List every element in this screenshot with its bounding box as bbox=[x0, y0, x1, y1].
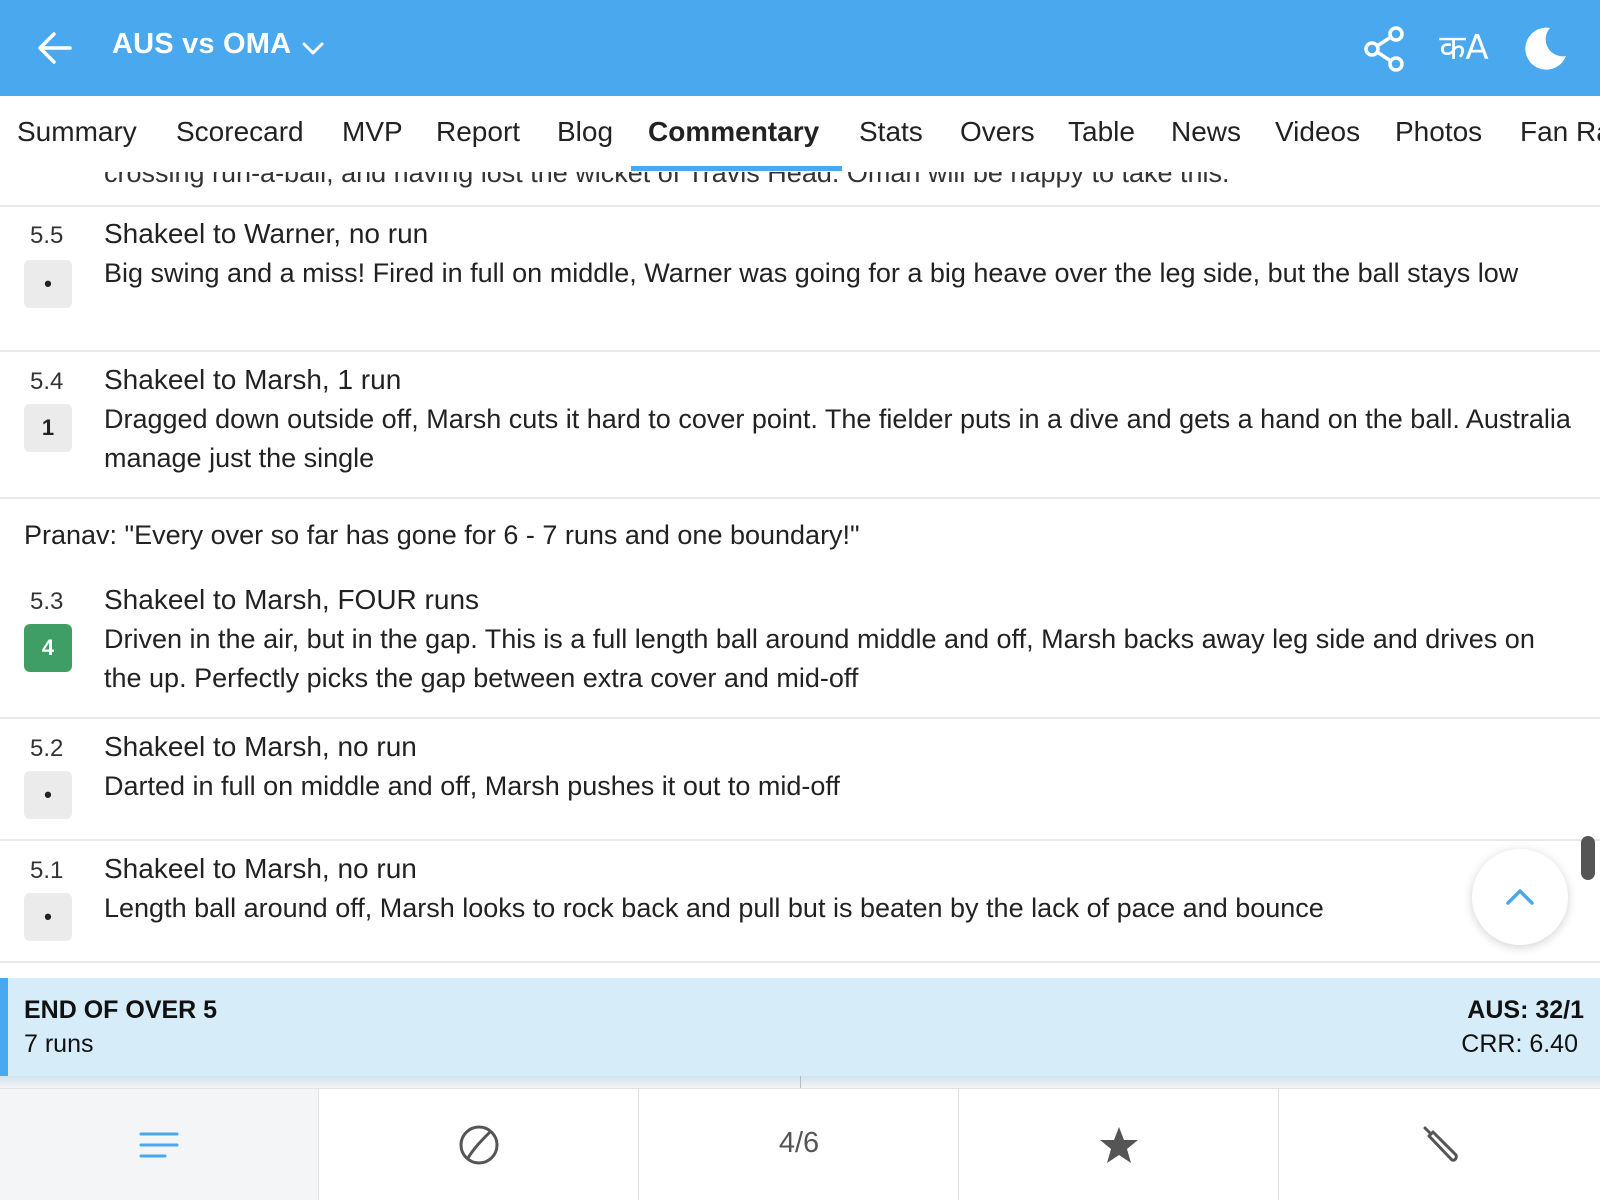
ball-result-badge: • bbox=[24, 260, 72, 308]
commentary-list-icon bbox=[139, 1132, 179, 1158]
tab-scorecard[interactable]: Scorecard bbox=[176, 116, 304, 148]
ball-result-badge: 1 bbox=[24, 404, 72, 452]
bottom-navigation: 4/6 bbox=[0, 1088, 1600, 1200]
scrollbar-thumb[interactable] bbox=[1581, 836, 1595, 880]
match-title[interactable]: AUS vs OMA bbox=[112, 28, 291, 61]
chevron-down-icon[interactable] bbox=[300, 36, 326, 62]
over-number: 5.3 bbox=[30, 588, 64, 615]
ball-result-badge: • bbox=[24, 893, 72, 941]
ball-result-badge-four: 4 bbox=[24, 624, 72, 672]
innings-counter: 4/6 bbox=[778, 1127, 820, 1159]
divider bbox=[0, 961, 1600, 963]
tab-videos[interactable]: Videos bbox=[1275, 116, 1360, 148]
end-of-over-title: END OF OVER 5 bbox=[24, 996, 218, 1024]
tab-summary[interactable]: Summary bbox=[17, 116, 137, 148]
nav-highlights[interactable] bbox=[960, 1089, 1279, 1200]
back-arrow-icon[interactable] bbox=[34, 26, 78, 70]
tab-table[interactable]: Table bbox=[1068, 116, 1135, 148]
tab-report[interactable]: Report bbox=[436, 116, 520, 148]
over-number: 5.1 bbox=[30, 857, 64, 884]
tab-commentary[interactable]: Commentary bbox=[648, 116, 819, 148]
bat-icon bbox=[1423, 1126, 1458, 1162]
tab-blog[interactable]: Blog bbox=[557, 116, 613, 148]
ball-commentary: Darted in full on middle and off, Marsh … bbox=[104, 771, 840, 801]
match-tabs: Summary Scorecard MVP Report Blog Commen… bbox=[0, 96, 1600, 172]
language-toggle-icon[interactable]: कA bbox=[1434, 26, 1494, 70]
over-number: 5.4 bbox=[30, 368, 64, 395]
tab-stats[interactable]: Stats bbox=[859, 116, 923, 148]
divider bbox=[0, 717, 1600, 719]
divider bbox=[0, 205, 1600, 207]
dark-mode-moon-icon[interactable] bbox=[1520, 24, 1570, 74]
divider bbox=[0, 497, 1600, 499]
ball-commentary: Length ball around off, Marsh looks to r… bbox=[104, 893, 1324, 923]
ball-title: Shakeel to Marsh, no run bbox=[104, 731, 417, 762]
separator bbox=[0, 1076, 1600, 1088]
team-score: AUS: 32/1 bbox=[1467, 996, 1584, 1024]
over-runs: 7 runs bbox=[24, 1030, 94, 1058]
ball-commentary: Driven in the air, but in the gap. This … bbox=[104, 624, 1535, 693]
nav-innings-counter[interactable]: 4/6 bbox=[640, 1089, 959, 1200]
nav-commentary[interactable] bbox=[0, 1089, 319, 1200]
commentary-feed: crossing run-a-ball, and having lost the… bbox=[0, 172, 1600, 976]
over-number: 5.5 bbox=[30, 222, 64, 249]
ball-commentary: Big swing and a miss! Fired in full on m… bbox=[104, 258, 1519, 288]
commentator-note: Pranav: "Every over so far has gone for … bbox=[24, 520, 860, 550]
ball-title: Shakeel to Marsh, no run bbox=[104, 853, 417, 884]
ball-title: Shakeel to Warner, no run bbox=[104, 218, 429, 249]
star-icon bbox=[1100, 1127, 1138, 1163]
ball-title: Shakeel to Marsh, 1 run bbox=[104, 364, 402, 395]
current-run-rate: CRR: 6.40 bbox=[1461, 1030, 1578, 1058]
end-of-over-summary: END OF OVER 5 7 runs AUS: 32/1 CRR: 6.40 bbox=[0, 978, 1600, 1076]
divider bbox=[0, 350, 1600, 352]
app-header: AUS vs OMA कA bbox=[0, 0, 1600, 96]
tab-mvp[interactable]: MVP bbox=[342, 116, 403, 148]
tab-photos[interactable]: Photos bbox=[1395, 116, 1482, 148]
ball-result-badge: • bbox=[24, 771, 72, 819]
over-number: 5.2 bbox=[30, 735, 64, 762]
tab-fan-ratings[interactable]: Fan Ra bbox=[1520, 116, 1600, 148]
ball-icon bbox=[459, 1125, 499, 1165]
nav-ball-by-ball[interactable] bbox=[320, 1089, 639, 1200]
ball-commentary: Dragged down outside off, Marsh cuts it … bbox=[104, 404, 1571, 473]
chevron-up-icon bbox=[1506, 889, 1534, 905]
ball-title: Shakeel to Marsh, FOUR runs bbox=[104, 584, 480, 615]
nav-batting[interactable] bbox=[1280, 1089, 1600, 1200]
previous-commentary-text: crossing run-a-ball, and having lost the… bbox=[104, 172, 1230, 188]
share-icon[interactable] bbox=[1362, 24, 1408, 74]
tab-news[interactable]: News bbox=[1171, 116, 1241, 148]
tab-overs[interactable]: Overs bbox=[960, 116, 1035, 148]
scroll-to-top-button[interactable] bbox=[1472, 849, 1568, 945]
active-tab-indicator bbox=[631, 166, 842, 171]
divider bbox=[0, 839, 1600, 841]
